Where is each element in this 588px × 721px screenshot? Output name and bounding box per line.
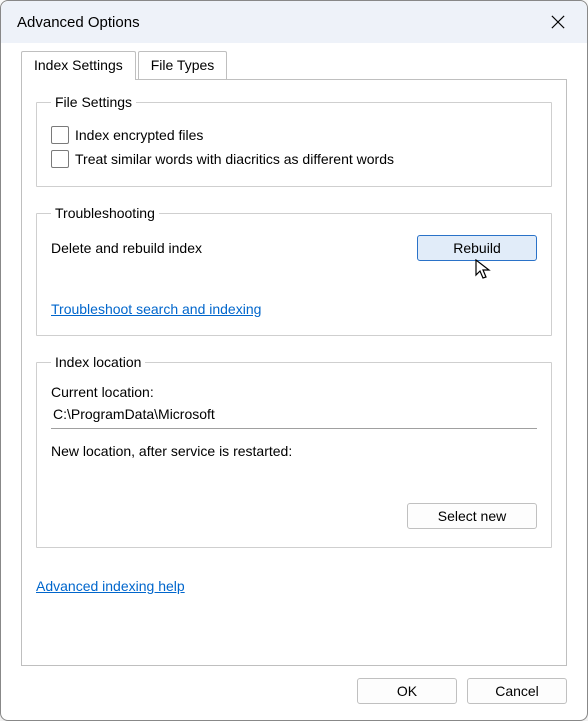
- legend-file-settings: File Settings: [51, 94, 136, 110]
- dialog-body: Index Settings File Types File Settings …: [1, 43, 587, 666]
- cancel-button[interactable]: Cancel: [467, 678, 567, 704]
- ok-button[interactable]: OK: [357, 678, 457, 704]
- legend-index-location: Index location: [51, 354, 145, 370]
- dialog-footer: OK Cancel: [1, 666, 587, 720]
- label-current-location: Current location:: [51, 384, 537, 400]
- checkbox-row-diacritics[interactable]: Treat similar words with diacritics as d…: [51, 150, 537, 168]
- fieldset-troubleshooting: Troubleshooting Delete and rebuild index…: [36, 205, 552, 336]
- close-button[interactable]: [535, 6, 581, 38]
- window-title: Advanced Options: [17, 14, 535, 31]
- label-delete-rebuild: Delete and rebuild index: [51, 240, 202, 256]
- tab-strip: Index Settings File Types: [21, 51, 567, 79]
- current-location-value: C:\ProgramData\Microsoft: [51, 402, 537, 429]
- fieldset-index-location: Index location Current location: C:\Prog…: [36, 354, 552, 548]
- checkbox-index-encrypted[interactable]: [51, 126, 69, 144]
- tab-panel: File Settings Index encrypted files Trea…: [21, 79, 567, 666]
- tab-index-settings[interactable]: Index Settings: [21, 51, 136, 80]
- close-icon: [551, 15, 565, 29]
- label-diacritics: Treat similar words with diacritics as d…: [75, 151, 394, 167]
- legend-troubleshooting: Troubleshooting: [51, 205, 159, 221]
- select-new-button[interactable]: Select new: [407, 503, 537, 529]
- cursor-icon: [475, 259, 493, 281]
- fieldset-file-settings: File Settings Index encrypted files Trea…: [36, 94, 552, 187]
- label-index-encrypted: Index encrypted files: [75, 127, 203, 143]
- troubleshoot-link[interactable]: Troubleshoot search and indexing: [51, 301, 261, 317]
- rebuild-button[interactable]: Rebuild: [417, 235, 537, 261]
- label-new-location: New location, after service is restarted…: [51, 443, 537, 459]
- checkbox-diacritics[interactable]: [51, 150, 69, 168]
- tab-file-types[interactable]: File Types: [138, 51, 228, 79]
- advanced-help-link[interactable]: Advanced indexing help: [36, 578, 185, 594]
- checkbox-row-encrypted[interactable]: Index encrypted files: [51, 126, 537, 144]
- new-location-value: [51, 461, 537, 487]
- dialog-window: Advanced Options Index Settings File Typ…: [0, 0, 588, 721]
- titlebar: Advanced Options: [1, 1, 587, 43]
